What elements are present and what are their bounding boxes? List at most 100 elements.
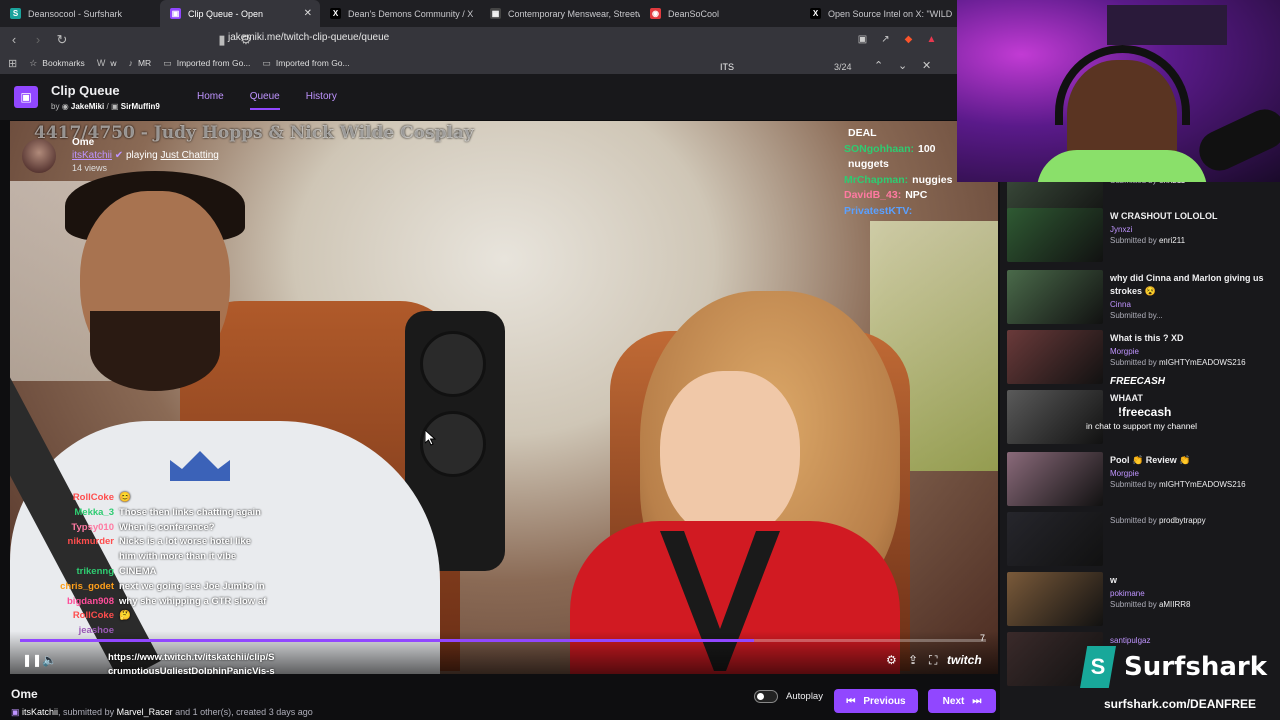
tab-close-icon[interactable]: ✕ (304, 8, 312, 19)
tab-label: Dean's Demons Community / X (348, 8, 474, 19)
streamer-avatar[interactable] (22, 139, 56, 173)
queue-item-title: Pool 👏 Review 👏 (1110, 455, 1191, 465)
stream-chat-bottom: RollCoke 😊 Mekka_3 Those then links chattin… (30, 491, 266, 639)
chat-message: nuggets (844, 157, 952, 173)
chat-message: SONgohhaan: 100 (844, 142, 952, 158)
queue-item-channel[interactable]: Jynxzi (1110, 225, 1270, 234)
brave-rewards-icon[interactable]: ▲ (923, 31, 940, 48)
queue-item-channel[interactable]: Cinna (1110, 300, 1270, 309)
chat-message: nikmurder Nicks is a lot worse hotel like (30, 535, 266, 550)
previous-button[interactable]: ⏮ Previous (834, 689, 918, 713)
apps-grid-icon[interactable]: ⊞ (8, 57, 17, 70)
submitted-label: Submitted by (1110, 358, 1157, 367)
chat-message: bigdan908 why she whipping a GTR slow af (30, 595, 266, 610)
browser-tab[interactable]: ▣ Clip Queue - Open ✕ (160, 0, 320, 27)
next-button[interactable]: Next ⏭ (928, 689, 996, 713)
autoplay-toggle[interactable] (754, 690, 778, 703)
author-link-2[interactable]: SirMuffin9 (121, 102, 160, 111)
find-next-icon[interactable]: ⌄ (898, 59, 907, 72)
bookmark-item[interactable]: Ww (97, 58, 117, 68)
queue-item[interactable]: Pool 👏 Review 👏 Morgpie Submitted by mIGHT… (1007, 452, 1277, 508)
clip-name: Ome (11, 687, 38, 701)
queue-item[interactable]: why did Cinna and Marlon giving us strok… (1007, 270, 1277, 326)
clip-video-player[interactable]: 4417/4750 - Judy Hopps & Nick Wilde Cosp… (10, 121, 998, 674)
brave-shield-icon[interactable]: ◆ (900, 31, 917, 48)
chat-username (30, 550, 114, 565)
surfshark-logo-icon: S (1080, 646, 1116, 688)
queue-thumbnail[interactable] (1007, 208, 1103, 262)
streamer-line: itsKatchii ✔ playing Just Chatting (72, 150, 219, 161)
freecash-command: !freecash (1118, 405, 1172, 419)
meta-channel[interactable]: itsKatchii (22, 707, 58, 717)
meta-submitter[interactable]: Marvel_Racer (117, 707, 173, 717)
find-input[interactable]: ITS (720, 62, 734, 72)
queue-thumbnail[interactable] (1007, 270, 1103, 324)
forward-icon[interactable]: › (28, 30, 48, 50)
nav-queue[interactable]: Queue (249, 91, 280, 110)
find-close-icon[interactable]: ✕ (922, 59, 931, 72)
clip-meta: ▣ itsKatchii, submitted by Marvel_Racer … (11, 707, 313, 718)
fullscreen-icon[interactable]: ⛶ (929, 653, 937, 668)
bookmark-item[interactable]: ☆ Bookmarks (29, 58, 85, 69)
share-icon[interactable]: ↗ (877, 31, 894, 48)
bookmark-item[interactable]: ▭ Imported from Go... (262, 58, 349, 69)
browser-tab[interactable]: X Open Source Intel on X: "WILD (800, 0, 960, 27)
submitted-label: Submitted by (1110, 236, 1157, 245)
twitch-logo[interactable]: twitch (947, 653, 982, 667)
chat-message: DEAL (844, 126, 952, 142)
share-clip-icon[interactable]: ⇪ (908, 653, 918, 667)
chat-text: why she whipping a GTR slow af (119, 595, 267, 607)
view-count: 14 views (72, 163, 108, 173)
volume-icon[interactable]: 🔈 (42, 653, 57, 667)
url-field[interactable]: jakemiki.me/twitch-clip-queue/queue (228, 32, 389, 43)
queue-thumbnail[interactable] (1007, 452, 1103, 506)
nav-home[interactable]: Home (197, 91, 224, 110)
bookmark-item[interactable]: ♪ MR (128, 58, 151, 68)
queue-item-channel[interactable]: santipulgaz (1110, 636, 1270, 645)
tab-favicon-icon: X (810, 8, 821, 19)
settings-icon[interactable]: ⚙ (886, 653, 897, 667)
chat-text: NPC (905, 189, 928, 201)
queue-item-channel[interactable]: pokimane (1110, 589, 1270, 598)
queue-item-submitted: Submitted by mIGHTYmEADOWS216 (1110, 358, 1270, 367)
mouse-cursor-icon (425, 430, 437, 446)
queue-item-channel[interactable]: Morgpie (1110, 347, 1270, 356)
streamer-name[interactable]: itsKatchii (72, 150, 112, 161)
browser-tab[interactable]: ▦ Contemporary Menswear, Streetwear (480, 0, 640, 27)
chat-message: MrChapman: nuggies (844, 173, 952, 189)
chat-username: RollCoke (72, 492, 114, 503)
autoplay-control[interactable]: Autoplay (754, 690, 823, 703)
find-prev-icon[interactable]: ⌃ (874, 59, 883, 72)
chat-username: MrChapman: (844, 173, 909, 186)
queue-item-channel[interactable]: Morgpie (1110, 469, 1270, 478)
back-icon[interactable]: ‹ (4, 30, 24, 50)
queue-thumbnail[interactable] (1007, 512, 1103, 566)
queue-item[interactable]: w pokimane Submitted by aMIIRR8 (1007, 572, 1277, 628)
progress-bar[interactable] (20, 639, 986, 642)
queue-item-text: What is this ? XD Morgpie Submitted by mIG… (1110, 332, 1270, 367)
chat-text: Nicks is a lot worse hotel like (119, 536, 251, 548)
game-link[interactable]: Just Chatting (160, 150, 218, 161)
screenshot-icon[interactable]: ▣ (854, 31, 871, 48)
queue-thumbnail[interactable] (1007, 572, 1103, 626)
address-bar-row: ‹ › ↻ ▮ ⚙ jakemiki.me/twitch-clip-queue/… (0, 27, 960, 52)
chat-text: 100 (918, 142, 936, 155)
twitch-icon: ▣ (110, 102, 119, 111)
queue-item[interactable]: Submitted by prodbytrappy (1007, 512, 1277, 568)
browser-tab[interactable]: S Deansocool - Surfshark (0, 0, 160, 27)
autoplay-label: Autoplay (786, 691, 823, 702)
clip-queue-logo-icon[interactable]: ▣ (14, 86, 38, 108)
bookmark-item[interactable]: ▭ Imported from Go... (163, 58, 250, 69)
browser-tab[interactable]: ◉ DeanSoCool (640, 0, 800, 27)
pause-icon[interactable]: ❚❚ (22, 653, 42, 667)
chat-text: DEAL (848, 127, 877, 139)
queue-item[interactable]: W CRASHOUT LOLOLOL Jynxzi Submitted by enr… (1007, 208, 1277, 264)
nav-history[interactable]: History (306, 91, 337, 110)
bookmark-item-label: Imported from Go... (275, 58, 350, 68)
reload-icon[interactable]: ↻ (52, 30, 72, 50)
chat-message: RollCoke 🤔 (30, 609, 266, 624)
chat-text: When is conference? (119, 521, 215, 533)
author-link-1[interactable]: JakeMiki (71, 102, 104, 111)
app-title: Clip Queue (51, 83, 120, 98)
browser-tab[interactable]: X Dean's Demons Community / X (320, 0, 480, 27)
